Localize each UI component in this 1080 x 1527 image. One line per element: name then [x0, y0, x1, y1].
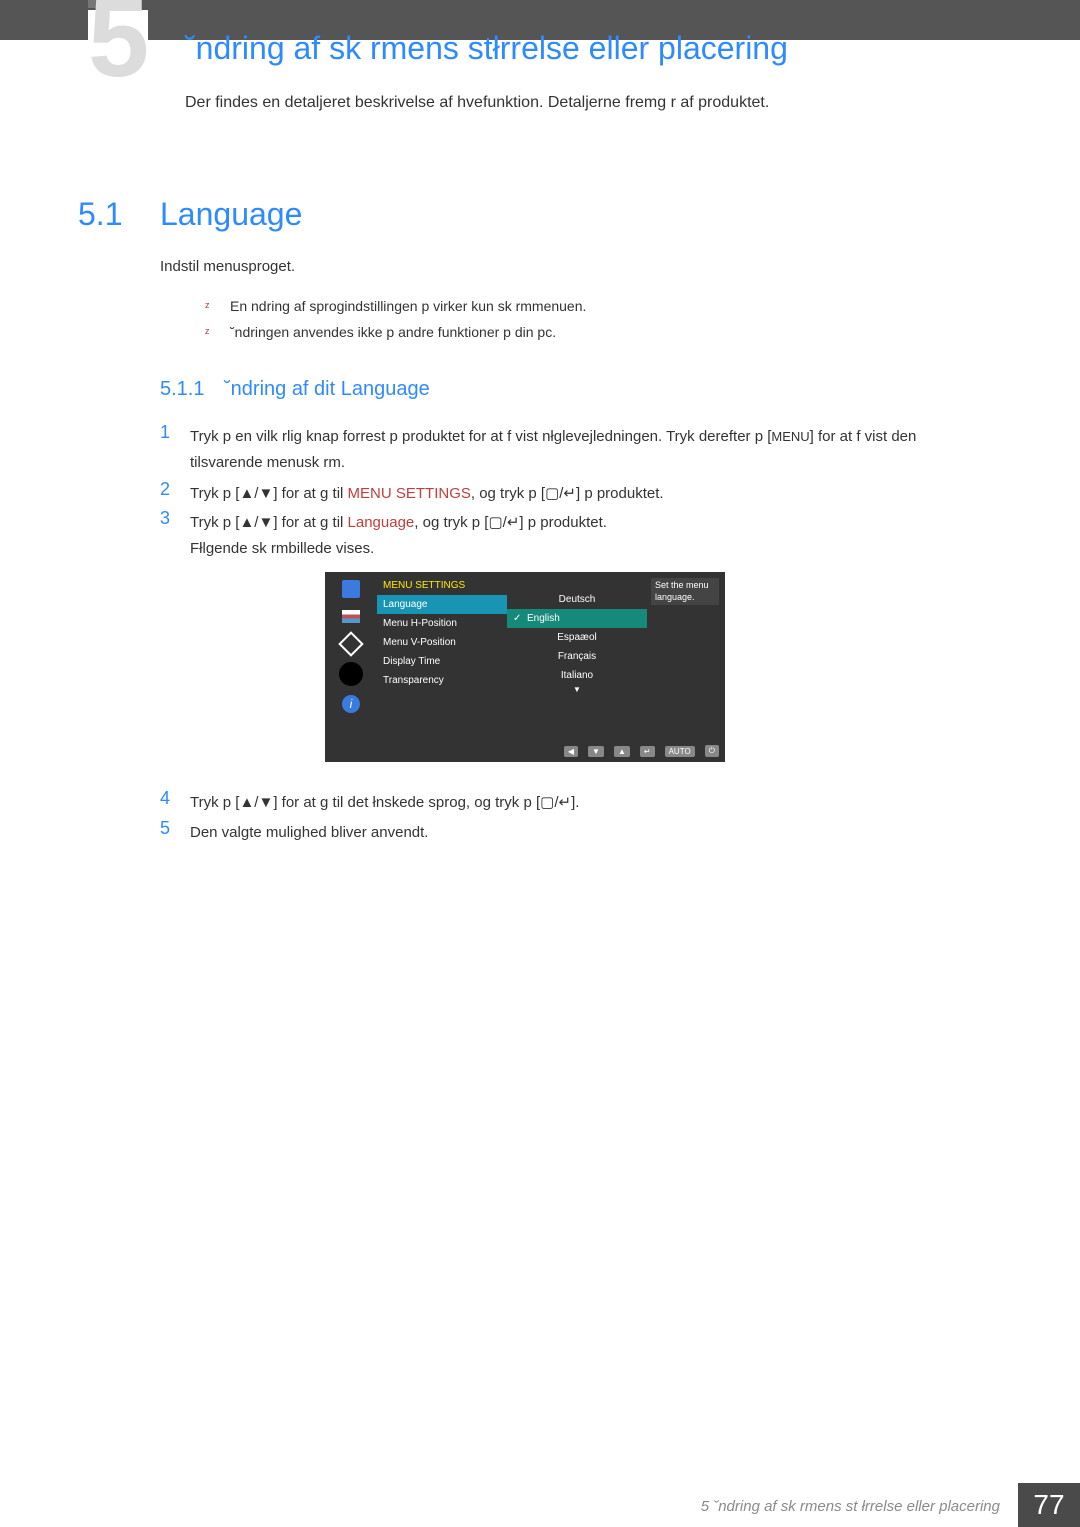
intro-text: Der findes en detaljeret beskrivelse af … [185, 94, 769, 112]
nav-left-icon: ◀ [564, 746, 578, 757]
body-text: Indstil menusproget. [160, 258, 295, 275]
step-4-text: Tryk p [▲/▼] for at g til det łnskede sp… [190, 790, 960, 816]
monitor-icon [342, 580, 360, 598]
nav-auto: AUTO [665, 746, 695, 757]
enter-icons: ▢/↵ [540, 790, 571, 816]
step-number-5: 5 [160, 818, 170, 839]
osd-item-language: Language [377, 595, 507, 614]
section-number: 5.1 [78, 196, 122, 233]
bullet-marker: z [205, 300, 210, 310]
osd-sidebar: i [325, 572, 377, 762]
lang-italiano: Italiano [507, 666, 647, 685]
up-down-icon: ▲/▼ [239, 510, 273, 536]
step-number-1: 1 [160, 422, 170, 443]
up-down-icon: ▲/▼ [239, 481, 273, 507]
osd-language-list: Deutsch English Espaæol Français Italian… [507, 590, 647, 694]
page-title: ˘ndring af sk rmens stłrrelse eller plac… [185, 30, 788, 67]
info-icon: i [342, 695, 360, 713]
subsection-title: ˘ndring af dit Language [224, 378, 430, 401]
lang-english-selected: English [507, 609, 647, 628]
subsection-number: 5.1.1 [160, 378, 204, 401]
step-number-2: 2 [160, 479, 170, 500]
bullet-2: ˘ndringen anvendes ikke p andre funktion… [230, 324, 556, 340]
osd-item-h-position: Menu H-Position [377, 614, 507, 633]
osd-item-v-position: Menu V-Position [377, 633, 507, 652]
gear-icon [342, 665, 360, 683]
position-icon [338, 631, 363, 656]
step-3-text: Tryk p [▲/▼] for at g til Language, og t… [190, 510, 960, 561]
page-number: 77 [1018, 1483, 1080, 1527]
menu-icon [342, 610, 360, 623]
lang-espanol: Espaæol [507, 628, 647, 647]
up-down-icon: ▲/▼ [239, 790, 273, 816]
nav-enter-icon: ↵ [640, 746, 655, 757]
osd-hint: Set the menu language. [651, 578, 719, 605]
enter-icons: ▢/↵ [488, 510, 519, 536]
nav-up-icon: ▲ [614, 746, 630, 757]
footer-text: 5 ˘ndring af sk rmens st łrrelse eller p… [701, 1498, 1000, 1515]
osd-item-display-time: Display Time [377, 652, 507, 671]
osd-bottom-bar: ◀ ▼ ▲ ↵ AUTO ⏻ [473, 744, 719, 758]
osd-item-transparency: Transparency [377, 671, 507, 690]
bullet-1: En ndring af sprogindstillingen p virker… [230, 298, 586, 314]
osd-menu-list: MENU SETTINGS Language Menu H-Position M… [377, 576, 507, 690]
lang-francais: Français [507, 647, 647, 666]
lang-deutsch: Deutsch [507, 590, 647, 609]
step-number-3: 3 [160, 508, 170, 529]
step-2-text: Tryk p [▲/▼] for at g til MENU SETTINGS,… [190, 481, 960, 507]
nav-power-icon: ⏻ [705, 745, 719, 757]
section-title: Language [160, 196, 302, 233]
nav-down-icon: ▼ [588, 746, 604, 757]
step-5-text: Den valgte mulighed bliver anvendt. [190, 820, 960, 846]
osd-title: MENU SETTINGS [377, 576, 507, 595]
enter-icons: ▢/↵ [545, 481, 576, 507]
bullet-marker: z [205, 326, 210, 336]
step-1-text: Tryk p en vilk rlig knap forrest p produ… [190, 424, 960, 475]
chapter-number: 5 [88, 0, 149, 94]
lang-more-arrow: ▼ [507, 685, 647, 694]
osd-screenshot: i MENU SETTINGS Language Menu H-Position… [325, 572, 725, 762]
step-number-4: 4 [160, 788, 170, 809]
